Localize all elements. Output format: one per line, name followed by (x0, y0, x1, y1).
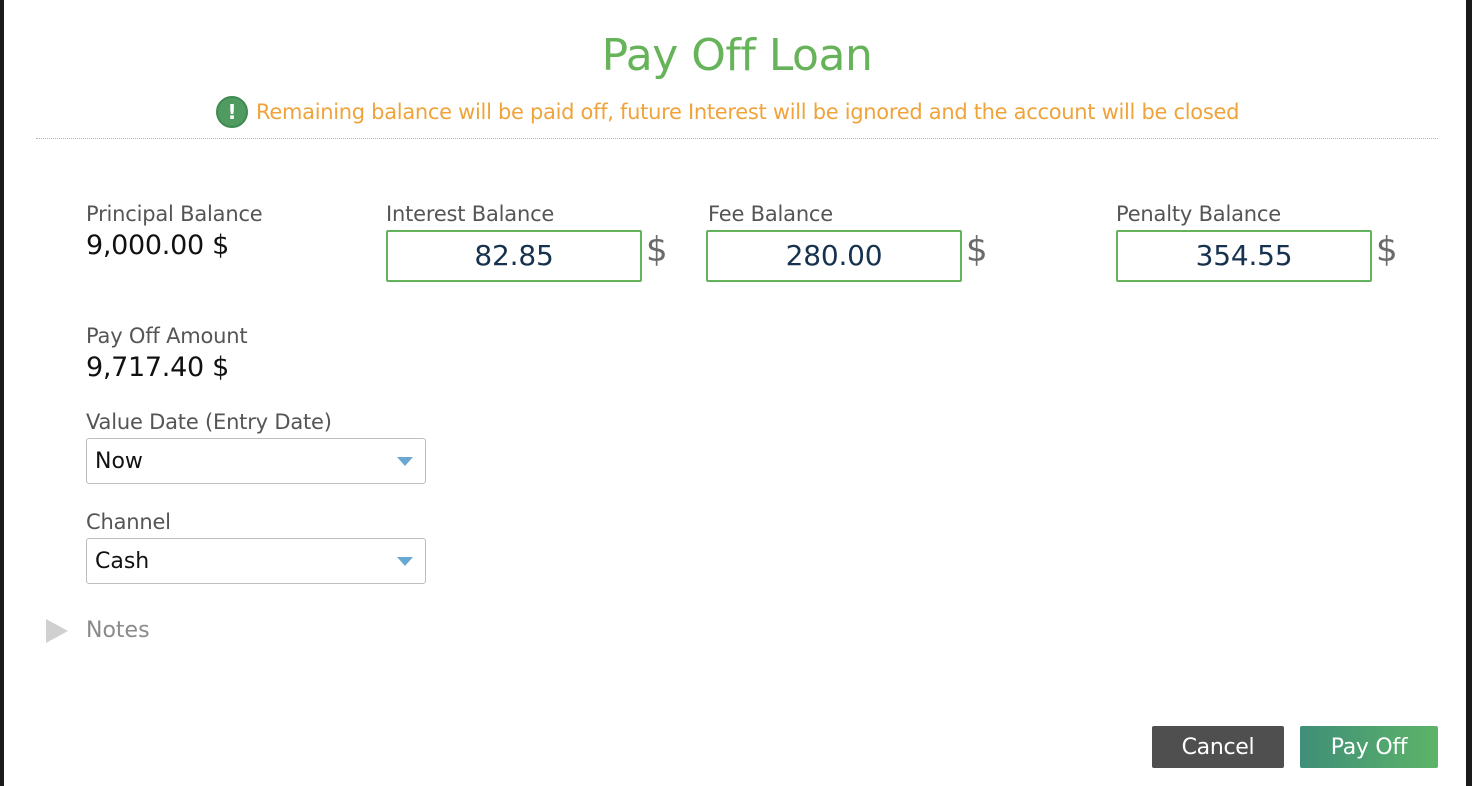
fee-currency: $ (966, 230, 988, 270)
warning-message: ! Remaining balance will be paid off, fu… (216, 96, 1239, 128)
principal-balance-label: Principal Balance (86, 202, 263, 226)
notes-label: Notes (86, 618, 150, 643)
payoff-amount-label: Pay Off Amount (86, 324, 248, 348)
fee-balance-input[interactable]: 280.00 (706, 230, 962, 282)
penalty-balance-input[interactable]: 354.55 (1116, 230, 1372, 282)
interest-currency: $ (646, 230, 668, 270)
interest-balance-input[interactable]: 82.85 (386, 230, 642, 282)
value-date-label: Value Date (Entry Date) (86, 410, 332, 434)
pay-off-loan-dialog: Pay Off Loan ! Remaining balance will be… (4, 0, 1466, 786)
fee-balance-label: Fee Balance (708, 202, 833, 226)
cancel-button[interactable]: Cancel (1152, 726, 1284, 768)
notes-toggle[interactable]: Notes (46, 618, 150, 643)
interest-balance-label: Interest Balance (386, 202, 555, 226)
channel-selected: Cash (95, 548, 150, 574)
dialog-title: Pay Off Loan (601, 30, 873, 81)
chevron-down-icon (397, 457, 413, 466)
penalty-balance-label: Penalty Balance (1116, 202, 1281, 226)
value-date-select[interactable]: Now (86, 438, 426, 484)
chevron-down-icon (397, 557, 413, 566)
exclamation-icon: ! (216, 96, 248, 128)
pay-off-button[interactable]: Pay Off (1300, 726, 1438, 768)
penalty-currency: $ (1376, 230, 1398, 270)
principal-balance-value: 9,000.00 $ (86, 230, 229, 261)
divider (36, 138, 1438, 139)
channel-label: Channel (86, 510, 171, 534)
payoff-amount-value: 9,717.40 $ (86, 352, 229, 383)
warning-text: Remaining balance will be paid off, futu… (256, 100, 1240, 124)
value-date-selected: Now (95, 448, 143, 474)
expand-arrow-icon (46, 618, 68, 643)
channel-select[interactable]: Cash (86, 538, 426, 584)
